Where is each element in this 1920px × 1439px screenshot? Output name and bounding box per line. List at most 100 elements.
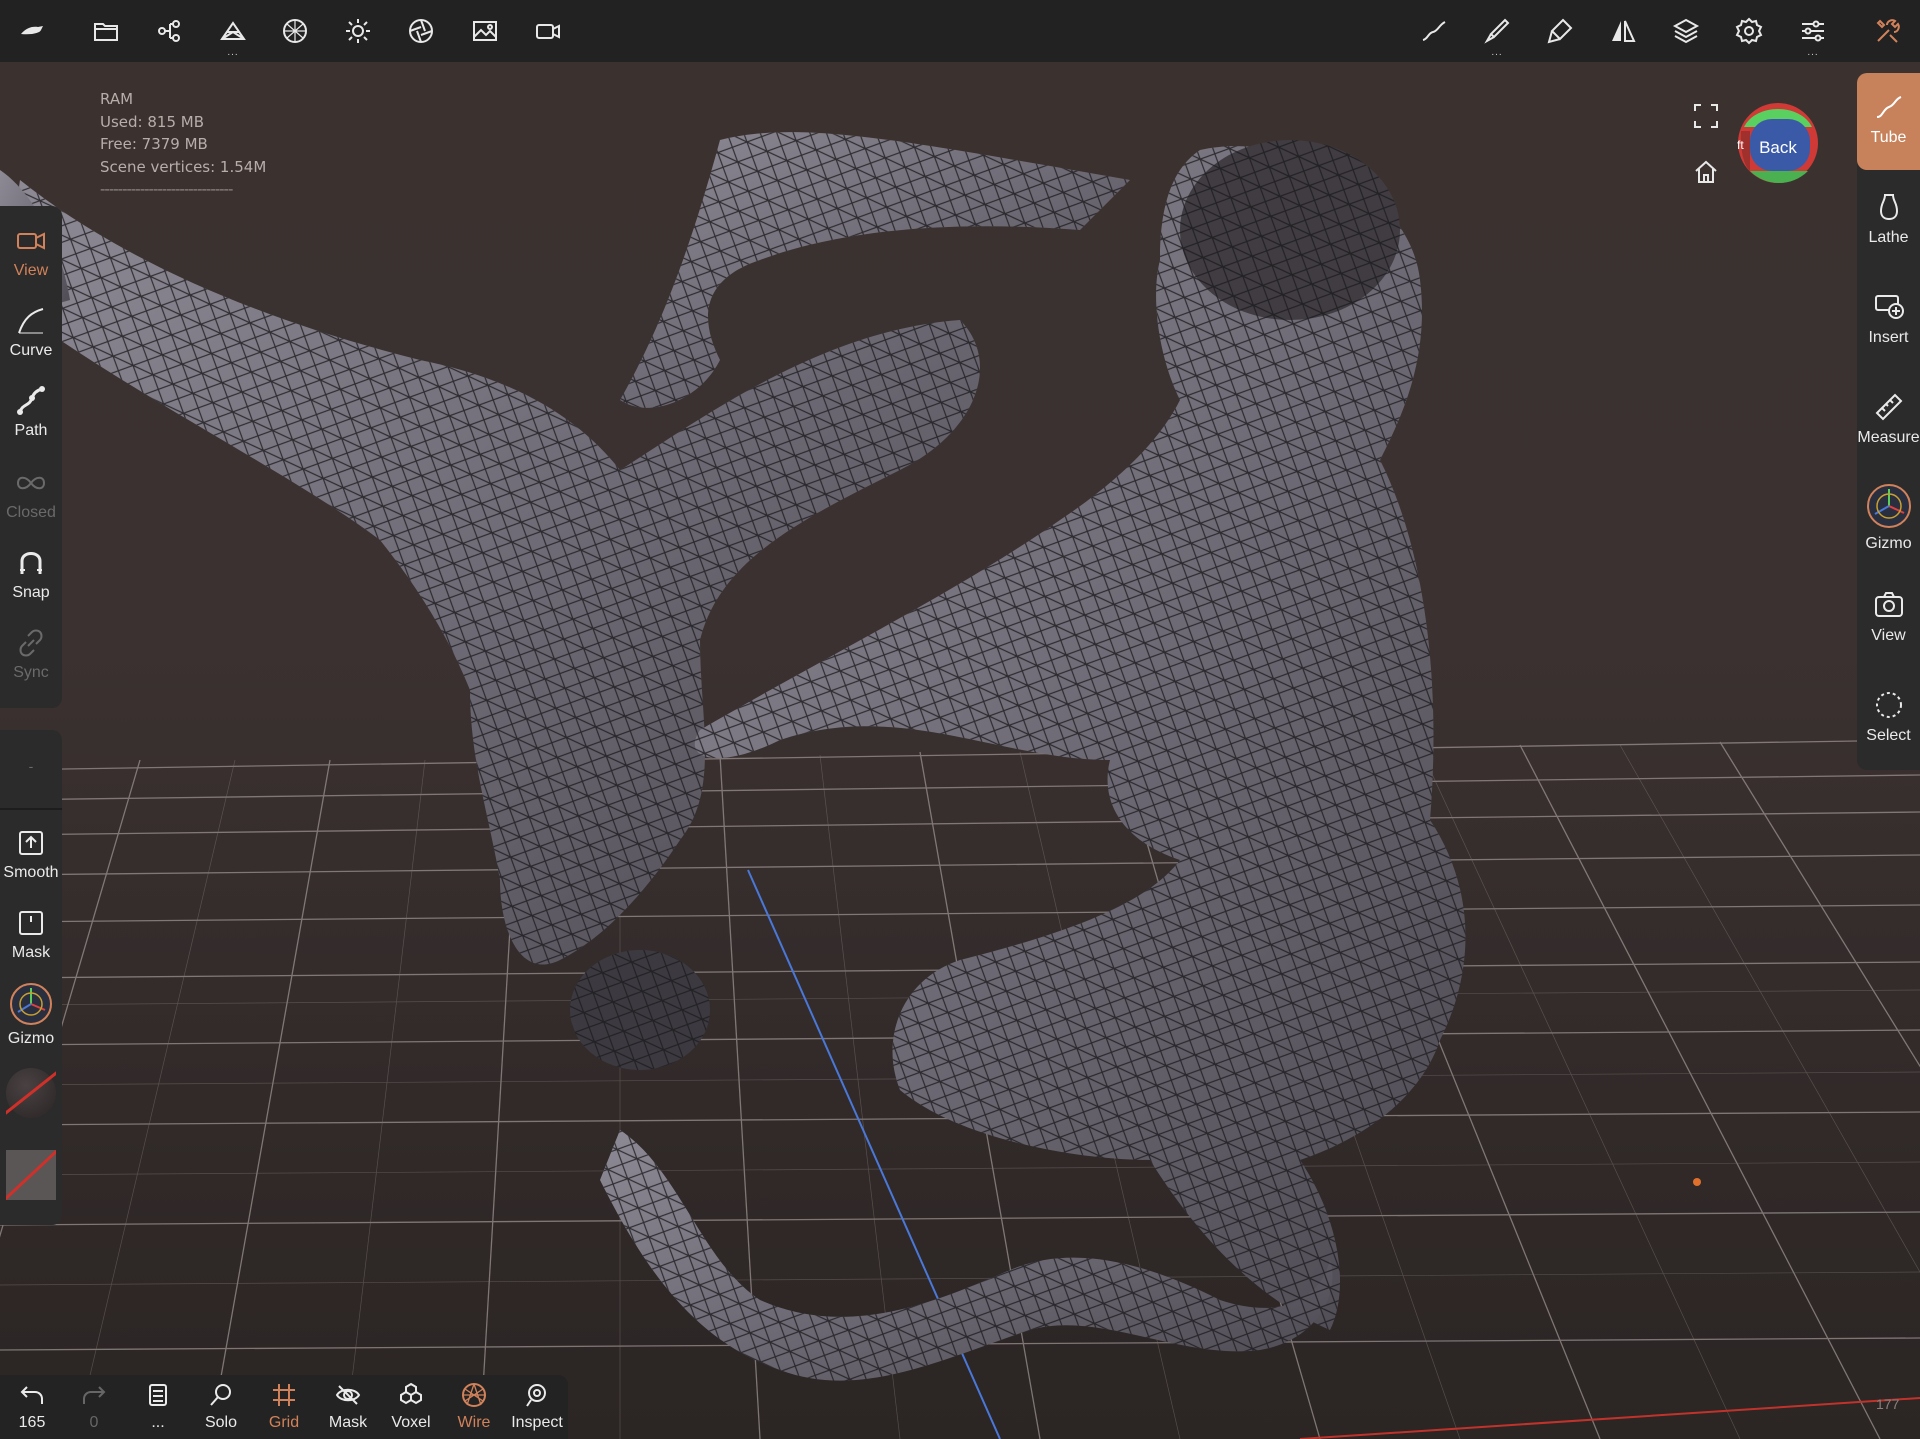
camera-icon[interactable] [528,12,568,50]
document-icon [149,1384,167,1406]
lasso-icon [1875,692,1902,718]
smooth-button[interactable]: Smooth [0,826,62,882]
view-cube-face-label: Back [1759,138,1797,157]
path-icon [17,386,45,415]
voxel-icon [400,1382,422,1405]
left-brush-panel: - Smooth Mask Gizmo [0,730,62,1225]
select-label: Select [1866,727,1911,744]
inspect-label: Inspect [511,1414,563,1431]
stroke-icon[interactable] [1414,12,1454,50]
ram-separator: ------------------------------ [100,180,233,198]
view-tool-label: View [1871,627,1906,644]
3d-viewport[interactable] [0,0,1920,1439]
grid-label: Grid [268,1414,300,1431]
inspect-icon [526,1384,546,1407]
view-button[interactable]: View [0,224,62,280]
redo-button[interactable]: 0 [64,1381,124,1432]
mesh-icon[interactable]: ... [213,12,253,58]
symmetry-icon[interactable] [1603,12,1643,50]
undo-button[interactable]: 165 [2,1381,62,1432]
view-tool-button[interactable]: View [1857,589,1920,645]
lathe-label: Lathe [1868,229,1909,246]
redo-count: 0 [89,1414,99,1431]
left-tool-panel: View Curve Path Closed Snap Sync [0,206,62,708]
insert-button[interactable]: Insert [1857,291,1920,347]
gizmo-label: Gizmo [7,1030,55,1047]
paint-icon[interactable] [1540,12,1580,50]
layers-icon[interactable] [1666,12,1706,50]
voxel-button[interactable]: Voxel [381,1381,441,1432]
undo-count: 165 [18,1414,46,1431]
scene-graph-icon[interactable] [150,12,190,50]
settings-icon[interactable] [1729,12,1769,50]
lathe-icon [1879,194,1898,221]
brush-icon[interactable]: ... [1477,12,1517,58]
mask-toggle-label: Mask [328,1414,368,1431]
smooth-label: Smooth [3,864,59,881]
mask-icon [19,911,43,935]
light-icon[interactable] [338,12,378,50]
ram-used: Used: 815 MB [100,112,204,131]
no-color-icon [6,1071,56,1115]
snap-label: Snap [12,584,50,601]
bottom-toolbar: 165 0 ... Solo Grid Mask Voxel Wire Insp… [0,1375,568,1439]
material-swatch-button[interactable] [6,1150,56,1200]
nomad-logo-icon[interactable] [12,12,52,50]
grid-toggle[interactable]: Grid [254,1381,314,1432]
scene-canvas[interactable] [0,0,1920,1439]
measure-button[interactable]: Measure [1857,391,1920,447]
wire-label: Wire [457,1414,491,1431]
closed-toggle[interactable]: Closed [0,466,62,522]
material-icon[interactable] [275,12,315,50]
search-icon [210,1384,231,1406]
mask-visibility-toggle[interactable]: Mask [318,1381,378,1432]
snap-toggle[interactable]: Snap [0,546,62,602]
closed-label: Closed [6,504,56,521]
color-swatch-button[interactable] [6,1068,56,1118]
top-toolbar: ... ... ... [0,0,1920,62]
sliders-icon[interactable]: ... [1793,12,1833,58]
path-button[interactable]: Path [0,384,62,440]
background-image-icon[interactable] [465,12,505,50]
gizmo-tool-label: Gizmo [1865,535,1912,552]
measure-label: Measure [1857,429,1920,446]
link-icon [19,629,43,657]
camera-icon [17,232,45,250]
redo-icon [83,1386,106,1404]
gizmo-button[interactable]: Gizmo [0,982,62,1048]
inspect-button[interactable]: Inspect [507,1381,567,1432]
gizmo-tool-button[interactable]: Gizmo [1857,483,1920,553]
home-icon[interactable] [1692,158,1720,186]
undo-icon [20,1386,43,1404]
view-label: View [13,262,49,279]
corner-number: 177 [1876,1396,1900,1412]
camera-icon [1874,592,1903,617]
postprocess-icon[interactable] [401,12,441,50]
wireframe-icon [462,1383,486,1407]
folder-icon[interactable] [86,12,126,50]
voxel-label: Voxel [391,1414,431,1431]
sync-toggle[interactable]: Sync [0,626,62,682]
wire-toggle[interactable]: Wire [444,1381,504,1432]
select-button[interactable]: Select [1857,689,1920,745]
eye-off-icon [335,1385,361,1405]
path-label: Path [14,422,48,439]
view-cube-side-label: ft [1737,138,1744,152]
pivot-point [1693,1178,1701,1186]
tools-icon[interactable] [1868,12,1908,50]
menu-label: ... [151,1414,165,1431]
tube-button[interactable]: Tube [1857,73,1920,170]
fullscreen-icon[interactable] [1692,102,1720,130]
curve-button[interactable]: Curve [0,304,62,360]
ram-info: RAM Used: 815 MB Free: 7379 MB Scene ver… [100,88,266,201]
lathe-button[interactable]: Lathe [1857,191,1920,247]
tube-icon [1876,96,1901,118]
ram-free: Free: 7379 MB [100,135,208,153]
mask-label: Mask [11,944,51,961]
ram-title: RAM [100,90,134,108]
right-figure-mesh [694,140,1466,1331]
menu-button[interactable]: ... [128,1381,188,1432]
mask-button[interactable]: Mask [0,906,62,962]
solo-button[interactable]: Solo [191,1381,251,1432]
curve-icon [18,308,44,334]
